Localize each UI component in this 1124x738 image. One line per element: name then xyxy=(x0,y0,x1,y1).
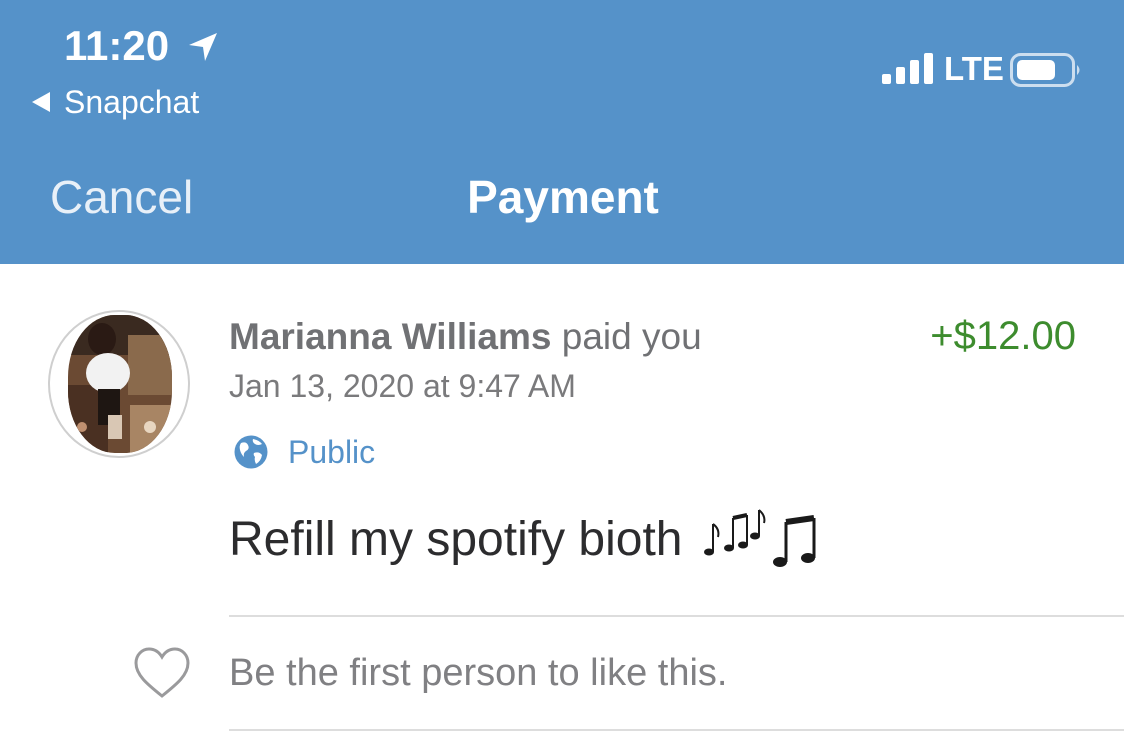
payment-action: paid you xyxy=(561,316,702,357)
privacy-label: Public xyxy=(288,433,376,470)
location-arrow-icon xyxy=(189,33,217,61)
status-time: 11:20 xyxy=(64,22,170,69)
signal-bars-icon xyxy=(882,53,933,84)
globe-icon xyxy=(234,435,268,469)
back-to-app-button[interactable]: Snapchat xyxy=(32,84,199,120)
heart-icon[interactable] xyxy=(133,646,191,700)
battery-icon xyxy=(1010,53,1080,87)
payment-description: Marianna Williams paid you xyxy=(229,316,702,358)
payment-amount: +$12.00 xyxy=(930,314,1076,358)
divider xyxy=(229,615,1124,617)
page-title-text: Payment xyxy=(467,171,659,223)
music-notes-emoji xyxy=(703,509,815,567)
divider xyxy=(229,729,1124,731)
payment-note-text: Refill my spotify bioth xyxy=(229,512,683,566)
carrier-label: LTE xyxy=(944,50,1004,87)
navigation-header: 11:20 Snapchat LTE Cancel Payment xyxy=(0,0,1124,264)
sender-name[interactable]: Marianna Williams xyxy=(229,316,552,357)
avatar-photo xyxy=(68,315,172,453)
payment-datetime: Jan 13, 2020 at 9:47 AM xyxy=(229,368,576,404)
cancel-button[interactable]: Cancel xyxy=(50,170,193,224)
like-prompt: Be the first person to like this. xyxy=(229,652,728,694)
back-app-label: Snapchat xyxy=(64,83,200,120)
payment-note: Refill my spotify bioth xyxy=(229,508,823,570)
privacy-setting[interactable]: Public xyxy=(233,432,375,472)
avatar[interactable] xyxy=(48,310,190,458)
back-triangle-icon xyxy=(32,92,50,112)
